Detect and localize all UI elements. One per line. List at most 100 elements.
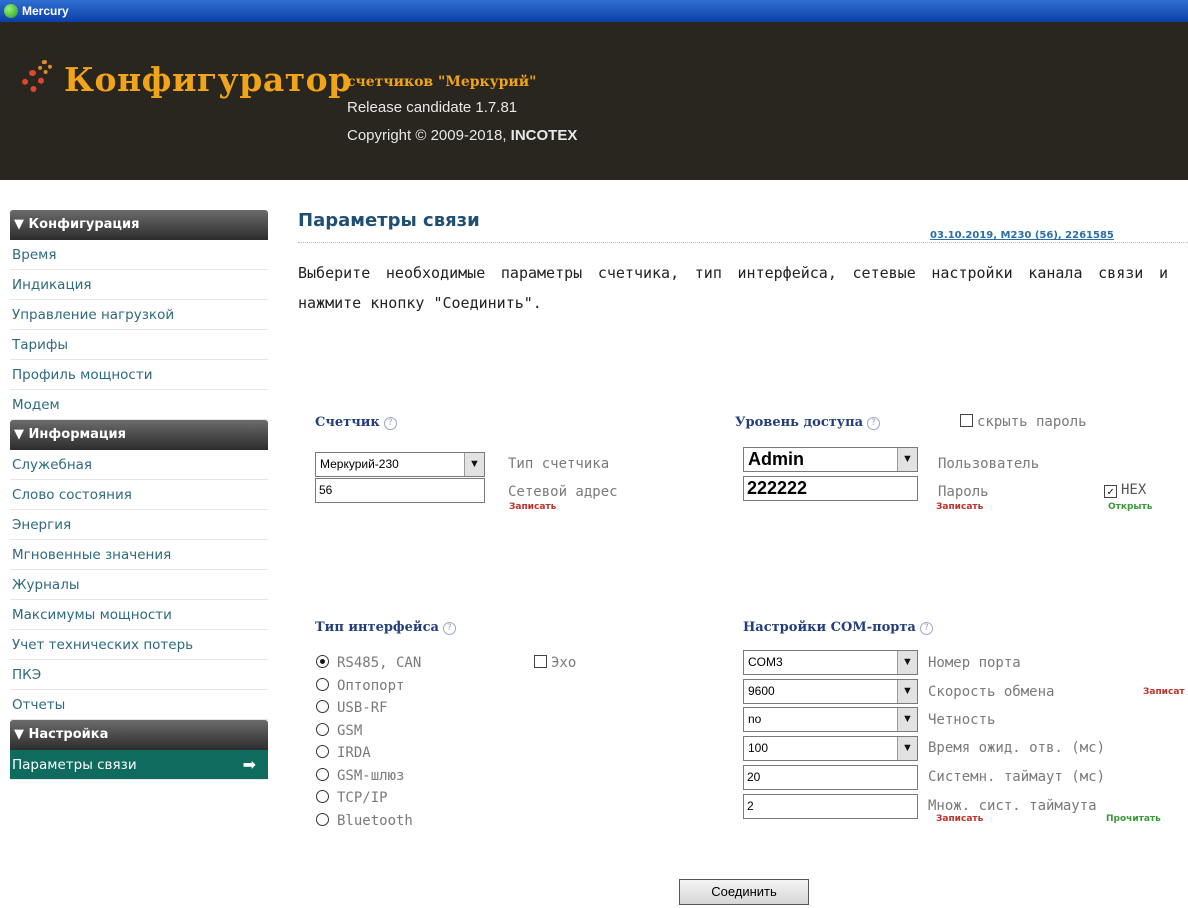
page-title: Параметры связи [298, 210, 480, 231]
radio-tcp-ip[interactable]: TCP/IP [316, 790, 388, 806]
meter-type-select[interactable]: Меркурий-230 ▼ [315, 452, 485, 477]
timeout-multiplier-input[interactable]: 2 [743, 794, 918, 819]
copyright-text: Copyright © 2009-2018, [347, 127, 511, 144]
meter-type-value: Меркурий-230 [320, 457, 399, 471]
radio-icon[interactable] [316, 790, 329, 803]
sidebar-item-modem[interactable]: Модем [10, 390, 268, 420]
sidebar-item-connection-params[interactable]: Параметры связи ➡ [10, 750, 268, 780]
sidebar-item-instant-values[interactable]: Мгновенные значения [10, 540, 268, 570]
help-icon[interactable]: ? [919, 622, 933, 635]
hide-password-checkbox[interactable]: скрыть пароль [960, 414, 1087, 430]
app-logo-subtitle: счетчиков "Меркурий" [347, 74, 537, 90]
company-name: INCOTEX [510, 127, 578, 144]
parity-value: no [748, 712, 762, 726]
user-select[interactable]: Admin ▼ [743, 447, 918, 472]
radio-label: TCP/IP [337, 790, 388, 806]
sidebar-section-configuration[interactable]: ▼ Конфигурация [10, 210, 268, 240]
sidebar-item-service[interactable]: Служебная [10, 450, 268, 480]
radio-icon[interactable] [316, 723, 329, 736]
chevron-down-icon[interactable]: ▼ [464, 453, 484, 476]
hex-checkbox[interactable]: ✓ HEX [1104, 482, 1146, 498]
app-logo-title: Конфигуратор [64, 60, 352, 99]
radio-icon[interactable] [316, 700, 329, 713]
chevron-down-icon[interactable]: ▼ [897, 737, 917, 760]
radio-gsm[interactable]: GSM [316, 723, 362, 739]
sidebar-item-time[interactable]: Время [10, 240, 268, 270]
password-write-link[interactable]: Записать [936, 502, 983, 512]
com-read-link[interactable]: Прочитать [1106, 814, 1161, 824]
sidebar-item-technical-losses[interactable]: Учет технических потерь [10, 630, 268, 660]
password-input[interactable]: 222222 [743, 476, 918, 501]
access-level-heading-text: Уровень доступа [735, 415, 864, 430]
meter-heading: Счетчик? [315, 415, 397, 430]
sidebar-item-label: Параметры связи [12, 757, 137, 773]
com-write-link[interactable]: Записать [936, 814, 983, 824]
chevron-down-icon[interactable]: ▼ [897, 680, 917, 703]
interface-type-heading: Тип интерфейса? [315, 620, 456, 635]
chevron-down-icon[interactable]: ▼ [897, 651, 917, 674]
sidebar-item-indication[interactable]: Индикация [10, 270, 268, 300]
meter-heading-text: Счетчик [315, 415, 380, 430]
radio-label: GSM-шлюз [337, 768, 405, 784]
connect-button[interactable]: Соединить [679, 879, 809, 905]
network-address-input[interactable]: 56 [315, 478, 485, 503]
sidebar-item-load-control[interactable]: Управление нагрузкой [10, 300, 268, 330]
response-timeout-select[interactable]: 100 ▼ [743, 736, 918, 761]
radio-optoport[interactable]: Оптопорт [316, 678, 404, 694]
meter-write-link[interactable]: Записать [509, 502, 556, 512]
radio-selected-icon[interactable] [316, 655, 329, 668]
parity-select[interactable]: no ▼ [743, 707, 918, 732]
sidebar-item-power-maximums[interactable]: Максимумы мощности [10, 600, 268, 630]
checkbox-icon[interactable] [534, 655, 547, 668]
baud-rate-select[interactable]: 9600 ▼ [743, 679, 918, 704]
help-icon[interactable]: ? [867, 417, 881, 430]
chevron-down-icon[interactable]: ▼ [897, 708, 917, 731]
radio-label: USB-RF [337, 700, 388, 716]
hide-password-label: скрыть пароль [977, 414, 1087, 430]
port-number-label: Номер порта [928, 655, 1021, 671]
sidebar-item-status-word[interactable]: Слово состояния [10, 480, 268, 510]
baud-rate-value: 9600 [748, 684, 775, 698]
response-timeout-label: Время ожид. отв. (мс) [928, 740, 1106, 756]
sidebar: ▼ Конфигурация Время Индикация Управлени… [10, 210, 268, 780]
access-level-heading: Уровень доступа? [735, 415, 881, 430]
radio-gsm-gateway[interactable]: GSM-шлюз [316, 768, 404, 784]
radio-icon[interactable] [316, 678, 329, 691]
hex-label: HEX [1121, 482, 1147, 498]
sidebar-section-information[interactable]: ▼ Информация [10, 420, 268, 450]
radio-usb-rf[interactable]: USB-RF [316, 700, 388, 716]
small-gear-icon [38, 60, 52, 74]
help-icon[interactable]: ? [383, 417, 397, 430]
radio-icon[interactable] [316, 745, 329, 758]
mercury-app-icon [4, 4, 18, 18]
window-title: Mercury [22, 4, 69, 18]
baud-write-link[interactable]: Записат [1143, 687, 1185, 697]
meter-info-link[interactable]: 03.10.2019, M230 (56), 2261585 [930, 230, 1114, 241]
sidebar-item-tariffs[interactable]: Тарифы [10, 330, 268, 360]
sidebar-item-power-profile[interactable]: Профиль мощности [10, 360, 268, 390]
system-timeout-label: Системн. таймаут (мс) [928, 769, 1106, 785]
com-port-heading: Настройки COM-порта? [743, 620, 933, 635]
checkbox-icon[interactable] [960, 414, 973, 427]
radio-icon[interactable] [316, 813, 329, 826]
chevron-down-icon[interactable]: ▼ [897, 448, 917, 471]
open-link[interactable]: Открыть [1108, 502, 1152, 512]
sidebar-section-settings[interactable]: ▼ Настройка [10, 720, 268, 750]
checkbox-checked-icon[interactable]: ✓ [1104, 485, 1117, 498]
password-label: Пароль [938, 484, 989, 500]
radio-rs485-can[interactable]: RS485, CAN [316, 655, 421, 671]
user-label: Пользователь [938, 456, 1040, 472]
port-number-select[interactable]: COM3 ▼ [743, 650, 918, 675]
sidebar-item-pqe[interactable]: ПКЭ [10, 660, 268, 690]
radio-bluetooth[interactable]: Bluetooth [316, 813, 413, 829]
meter-type-label: Тип счетчика [508, 456, 610, 472]
sidebar-item-reports[interactable]: Отчеты [10, 690, 268, 720]
help-icon[interactable]: ? [442, 622, 456, 635]
radio-irda[interactable]: IRDA [316, 745, 371, 761]
system-timeout-input[interactable]: 20 [743, 765, 918, 790]
sidebar-item-energy[interactable]: Энергия [10, 510, 268, 540]
radio-icon[interactable] [316, 768, 329, 781]
sidebar-item-journals[interactable]: Журналы [10, 570, 268, 600]
echo-checkbox[interactable]: Эхо [534, 655, 576, 671]
response-timeout-value: 100 [748, 741, 769, 755]
